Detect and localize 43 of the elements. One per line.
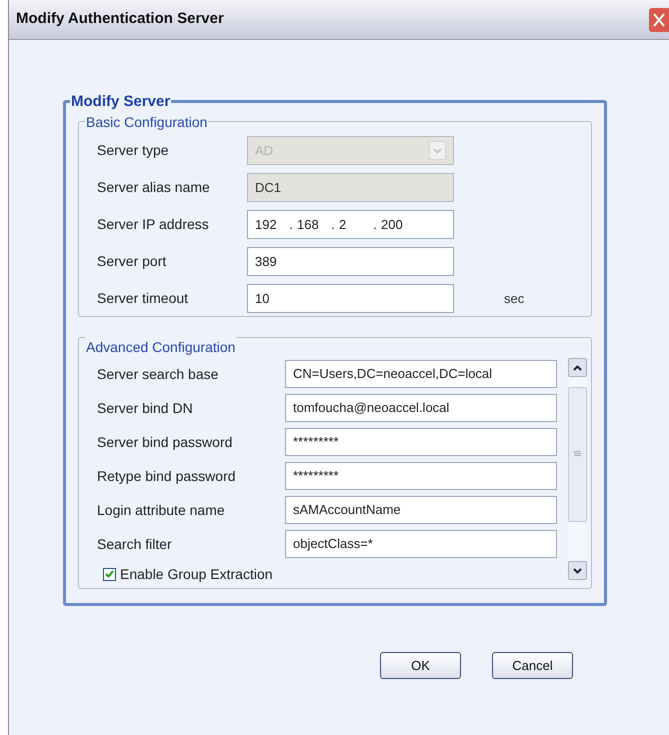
text-field[interactable]: ********* <box>285 462 557 490</box>
field-label: Server type <box>97 141 170 160</box>
field-label: Server search base <box>97 364 220 384</box>
text-field[interactable]: ********* <box>285 428 557 456</box>
field-label: Server port <box>97 252 168 271</box>
scrollbar[interactable] <box>568 358 587 580</box>
field-label: Search filter <box>97 534 173 554</box>
cancel-button[interactable]: Cancel <box>492 652 573 679</box>
field-label: Server timeout <box>97 289 190 308</box>
field-label: Server bind password <box>97 432 234 452</box>
panel-title: Advanced Configuration <box>85 337 236 358</box>
ip-address-field[interactable]: 192 . 168 . 2 . 200 <box>247 210 454 239</box>
ip-octet: 200 <box>381 216 404 234</box>
checkbox-label: Enable Group Extraction <box>120 564 273 584</box>
close-icon <box>653 12 665 26</box>
ip-dot: . <box>330 216 336 234</box>
scroll-down-button[interactable] <box>568 561 587 580</box>
checkbox[interactable] <box>103 568 116 580</box>
ip-octet: 192 <box>255 216 278 234</box>
scroll-up-button[interactable] <box>568 358 587 377</box>
chevron-down-icon <box>433 148 442 154</box>
field-label: Login attribute name <box>97 500 226 520</box>
unit-label: sec <box>504 290 524 308</box>
text-field[interactable]: sAMAccountName <box>285 496 557 524</box>
field-label: Server IP address <box>97 215 210 234</box>
text-field[interactable]: 10 <box>247 284 454 313</box>
text-field[interactable]: objectClass=* <box>285 530 557 558</box>
text-field[interactable]: 389 <box>247 247 454 276</box>
window-title: Modify Authentication Server <box>15 9 224 30</box>
field-label: Server bind DN <box>97 398 194 418</box>
text-field[interactable]: CN=Users,DC=neoaccel,DC=local <box>285 360 557 388</box>
ip-dot: . <box>372 216 378 234</box>
scroll-thumb[interactable] <box>568 386 587 522</box>
close-button[interactable] <box>649 8 669 32</box>
ip-octet: 168 <box>297 216 320 234</box>
check-icon <box>105 570 114 578</box>
grip-icon <box>574 451 581 457</box>
ip-octet: 2 <box>339 216 348 234</box>
field-label: Server alias name <box>97 178 211 197</box>
text-field[interactable]: tomfoucha@neoaccel.local <box>285 394 557 422</box>
ip-dot: . <box>288 216 294 234</box>
ok-button[interactable]: OK <box>380 652 461 679</box>
field-label: Retype bind password <box>97 466 237 486</box>
